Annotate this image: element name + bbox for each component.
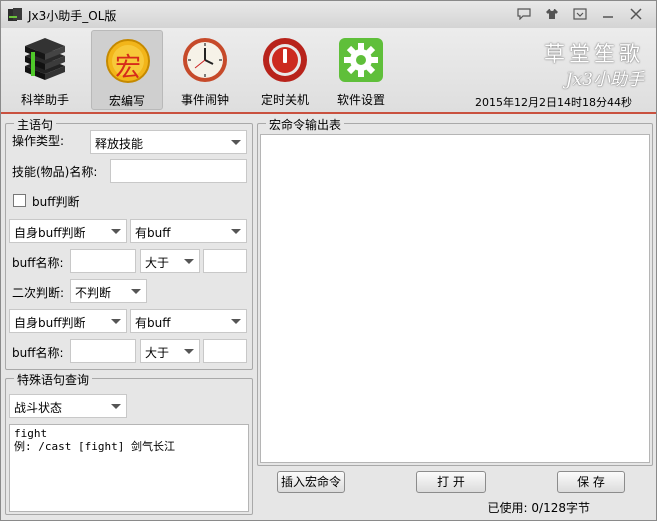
open-button[interactable]: 打 开 <box>416 471 486 493</box>
buff-target-value: 自身buff判断 <box>14 316 86 330</box>
brand-subtitle: Jx3小助手 <box>565 70 644 90</box>
macro-output-legend: 宏命令输出表 <box>266 116 345 133</box>
buff-condition-select-2[interactable]: 有buff <box>130 309 247 333</box>
save-button[interactable]: 保 存 <box>557 471 625 493</box>
tool-label: 科举助手 <box>20 93 69 107</box>
special-statement-legend: 特殊语句查询 <box>14 371 93 388</box>
special-description-text[interactable]: fight 例: /cast [fight] 剑气长江 <box>9 424 249 512</box>
chevron-down-icon <box>111 404 121 409</box>
tool-event-alarm[interactable]: 事件闹钟 <box>169 30 241 110</box>
buff-condition-value: 有buff <box>135 226 171 240</box>
compare-select-2[interactable]: 大于 <box>140 339 200 363</box>
chevron-down-icon <box>131 289 141 294</box>
title-bar: Jx3小助手_OL版 <box>1 1 656 28</box>
second-check-select[interactable]: 不判断 <box>70 279 147 303</box>
tool-label: 定时关机 <box>260 93 309 107</box>
chevron-down-icon <box>231 140 241 145</box>
tool-label: 软件设置 <box>336 93 385 107</box>
buff-name-label-2: buff名称: <box>12 346 64 360</box>
compare-value: 大于 <box>145 346 170 360</box>
macro-output-textarea[interactable] <box>260 134 650 463</box>
buff-name-input[interactable] <box>70 249 136 273</box>
tool-macro-editor[interactable]: 宏 宏编写 <box>91 30 163 110</box>
buff-target-select-2[interactable]: 自身buff判断 <box>9 309 127 333</box>
clock-icon <box>183 38 227 82</box>
special-statement-select[interactable]: 战斗状态 <box>9 394 127 418</box>
buff-name-input-2[interactable] <box>70 339 136 363</box>
minimize-icon[interactable] <box>598 5 618 23</box>
tool-label: 宏编写 <box>108 94 145 108</box>
window-title: Jx3小助手_OL版 <box>28 9 117 23</box>
main-statement-legend: 主语句 <box>14 116 57 133</box>
buff-stack-input-2[interactable] <box>203 339 247 363</box>
buff-condition-select[interactable]: 有buff <box>130 219 247 243</box>
toolbar: 科举助手 宏 宏编写 事件闹钟 定时关机 软件设置 草堂笙歌 Jx3小助手 20… <box>1 28 656 114</box>
tool-exam-helper[interactable]: 科举助手 <box>9 30 81 110</box>
tool-settings[interactable]: 软件设置 <box>325 30 397 110</box>
op-type-label: 操作类型: <box>12 134 65 148</box>
buff-check-checkbox[interactable] <box>13 194 26 207</box>
skin-icon[interactable] <box>542 5 562 23</box>
buff-condition-value: 有buff <box>135 316 171 330</box>
chevron-down-icon <box>231 319 241 324</box>
datetime-display: 2015年12月2日14时18分44秒 <box>475 96 632 109</box>
window-controls <box>514 5 646 23</box>
skill-name-label: 技能(物品)名称: <box>12 165 98 179</box>
buff-target-select[interactable]: 自身buff判断 <box>9 219 127 243</box>
chevron-down-icon <box>231 229 241 234</box>
insert-macro-button[interactable]: 插入宏命令 <box>277 471 345 493</box>
chevron-down-icon <box>184 349 194 354</box>
main-statement-group: 主语句 操作类型: 释放技能 技能(物品)名称: buff判断 自身buff判断… <box>5 116 253 370</box>
skill-name-input[interactable] <box>110 159 247 183</box>
chevron-down-icon <box>111 319 121 324</box>
chevron-down-icon <box>184 259 194 264</box>
second-check-label: 二次判断: <box>12 286 65 300</box>
close-icon[interactable] <box>626 5 646 23</box>
brand-title: 草堂笙歌 <box>544 42 644 66</box>
tool-timed-shutdown[interactable]: 定时关机 <box>249 30 321 110</box>
macro-icon-glyph: 宏 <box>114 53 141 83</box>
books-icon <box>25 38 65 80</box>
macro-output-group: 宏命令输出表 <box>257 116 653 466</box>
compare-value: 大于 <box>145 256 170 270</box>
bytes-used-status: 已使用: 0/128字节 <box>487 501 590 515</box>
special-statement-group: 特殊语句查询 战斗状态 fight 例: /cast [fight] 剑气长江 <box>5 371 253 515</box>
menu-icon[interactable] <box>570 5 590 23</box>
feedback-icon[interactable] <box>514 5 534 23</box>
op-type-select[interactable]: 释放技能 <box>90 130 247 154</box>
op-type-value: 释放技能 <box>95 137 144 151</box>
power-icon <box>263 38 307 82</box>
buff-name-label: buff名称: <box>12 256 64 270</box>
gear-icon <box>339 38 383 82</box>
buff-stack-input[interactable] <box>203 249 247 273</box>
second-check-value: 不判断 <box>75 286 112 300</box>
app-logo-icon <box>8 8 22 21</box>
special-statement-value: 战斗状态 <box>14 401 63 415</box>
buff-check-label: buff判断 <box>32 195 80 209</box>
compare-select[interactable]: 大于 <box>140 249 200 273</box>
tool-label: 事件闹钟 <box>180 93 229 107</box>
app-window: Jx3小助手_OL版 科举助手 宏 宏编写 事件闹钟 定时关机 软件设置 草堂笙… <box>0 0 657 521</box>
chevron-down-icon <box>111 229 121 234</box>
buff-target-value: 自身buff判断 <box>14 226 86 240</box>
